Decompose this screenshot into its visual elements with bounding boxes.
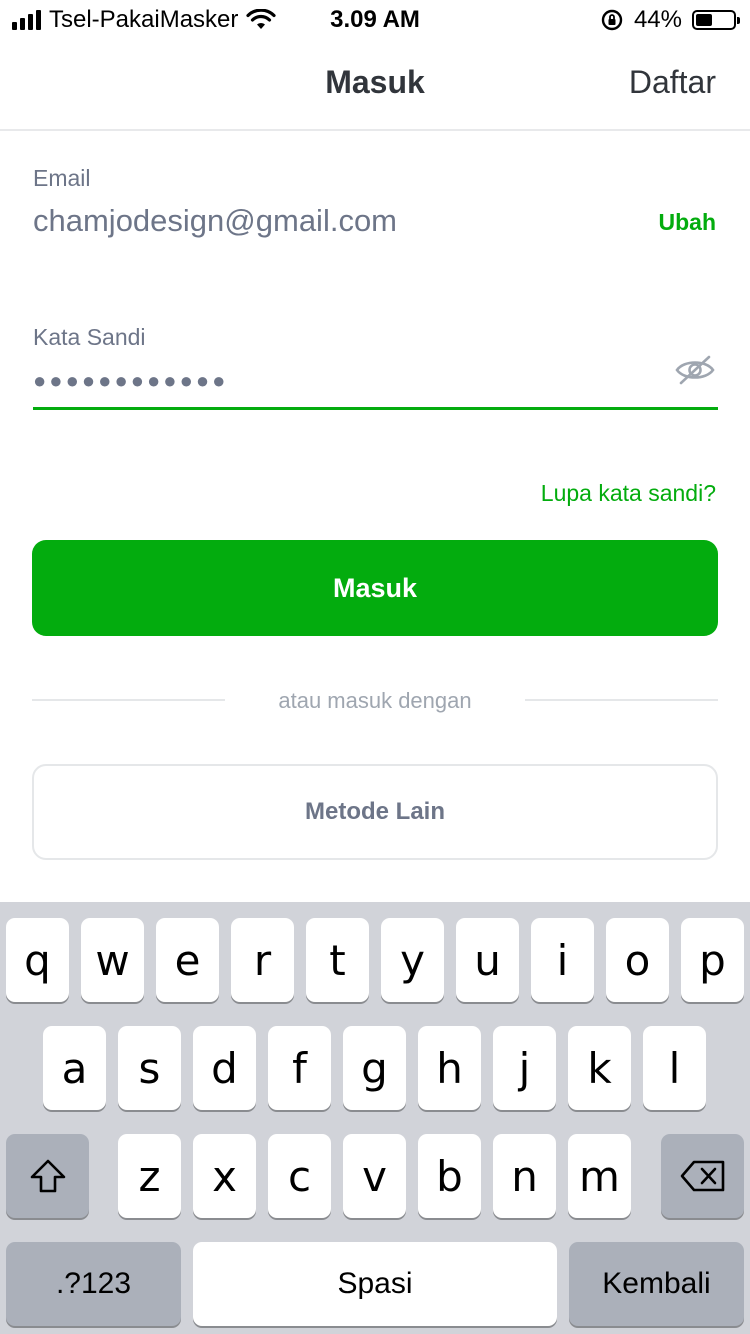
key-r[interactable]: r	[231, 918, 294, 1002]
password-value: ●●●●●●●●●●●●	[33, 368, 229, 393]
divider-right	[525, 699, 718, 701]
keyboard: q w e r t y u i o p a s d f g h j k l z …	[0, 902, 750, 1334]
key-y[interactable]: y	[381, 918, 444, 1002]
key-u[interactable]: u	[456, 918, 519, 1002]
shift-icon	[30, 1159, 65, 1193]
key-q[interactable]: q	[6, 918, 69, 1002]
numbers-key[interactable]: .?123	[6, 1242, 181, 1326]
nav-bar: Masuk Daftar	[0, 40, 750, 131]
key-c[interactable]: c	[268, 1134, 331, 1218]
email-label: Email	[33, 165, 91, 191]
battery-fill	[696, 14, 712, 26]
space-key[interactable]: Spasi	[193, 1242, 557, 1326]
key-l[interactable]: l	[643, 1026, 706, 1110]
key-b[interactable]: b	[418, 1134, 481, 1218]
login-button[interactable]: Masuk	[32, 540, 718, 636]
key-p[interactable]: p	[681, 918, 744, 1002]
return-key[interactable]: Kembali	[569, 1242, 744, 1326]
delete-key[interactable]	[661, 1134, 744, 1218]
key-e[interactable]: e	[156, 918, 219, 1002]
password-field[interactable]: ●●●●●●●●●●●●	[33, 355, 718, 410]
key-i[interactable]: i	[531, 918, 594, 1002]
key-d[interactable]: d	[193, 1026, 256, 1110]
change-email-link[interactable]: Ubah	[659, 209, 717, 236]
key-v[interactable]: v	[343, 1134, 406, 1218]
key-t[interactable]: t	[306, 918, 369, 1002]
key-m[interactable]: m	[568, 1134, 631, 1218]
battery-percent: 44%	[633, 6, 682, 33]
other-method-button[interactable]: Metode Lain	[32, 764, 718, 860]
key-k[interactable]: k	[568, 1026, 631, 1110]
orientation-lock-icon	[601, 9, 623, 31]
password-label: Kata Sandi	[33, 324, 146, 350]
status-bar: Tsel-PakaiMasker 3.09 AM 44%	[0, 0, 750, 40]
divider-text: atau masuk dengan	[278, 688, 472, 713]
email-field: chamjodesign@gmail.com	[33, 203, 398, 238]
key-h[interactable]: h	[418, 1026, 481, 1110]
status-right: 44%	[600, 6, 740, 34]
shift-key[interactable]	[6, 1134, 89, 1218]
battery-icon	[692, 10, 740, 30]
key-z[interactable]: z	[118, 1134, 181, 1218]
key-x[interactable]: x	[193, 1134, 256, 1218]
key-s[interactable]: s	[118, 1026, 181, 1110]
forgot-password-link[interactable]: Lupa kata sandi?	[541, 480, 716, 507]
key-n[interactable]: n	[493, 1134, 556, 1218]
backspace-icon	[680, 1160, 724, 1192]
key-w[interactable]: w	[81, 918, 144, 1002]
key-f[interactable]: f	[268, 1026, 331, 1110]
key-o[interactable]: o	[606, 918, 669, 1002]
key-a[interactable]: a	[43, 1026, 106, 1110]
eye-off-icon[interactable]	[674, 354, 716, 386]
key-j[interactable]: j	[493, 1026, 556, 1110]
register-link[interactable]: Daftar	[629, 64, 716, 101]
key-g[interactable]: g	[343, 1026, 406, 1110]
